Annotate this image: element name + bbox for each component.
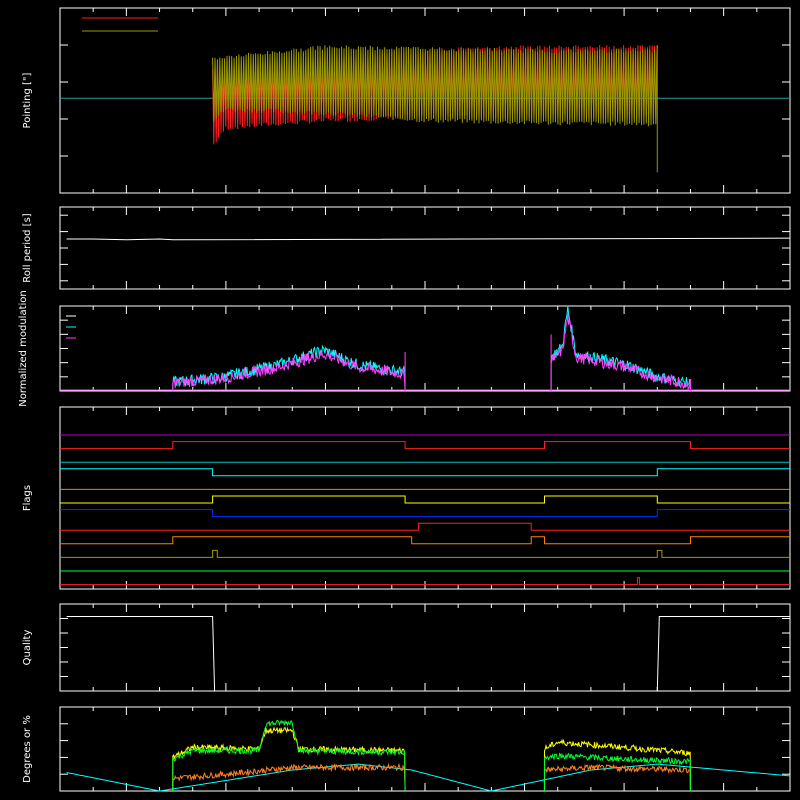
modulation-segment-0-collimator-9	[172, 350, 406, 392]
pointing-axes-frame	[59, 7, 791, 194]
flag-trace-sc-in-sunlight	[60, 468, 790, 477]
roll-axes-frame	[59, 206, 791, 290]
ratios-axes-frame	[59, 706, 791, 792]
modulation-y-axis-label: Normalized modulation	[18, 290, 29, 407]
flags-y-axis-label: Flags	[22, 485, 33, 511]
pointing-y-axis-label: Pointing ["]	[22, 72, 33, 128]
data-layer	[60, 17, 791, 792]
quality-line	[66, 616, 790, 692]
flag-trace-eclipse-flag	[60, 509, 790, 518]
roll-period-line	[66, 237, 791, 241]
flag-trace-flare-flag	[60, 495, 790, 504]
flag-trace-saa-flag	[60, 522, 790, 531]
pointing-series-y	[212, 45, 658, 127]
flag-trace-particle-flag	[60, 536, 790, 545]
text-layer: Pointing ["] Roll period [s] Normalized mo…	[18, 72, 33, 782]
ratio-front-1225-segment-0	[172, 719, 406, 792]
roll-y-axis-label: Roll period [s]	[22, 213, 33, 282]
modulation-axes-frame	[59, 305, 791, 392]
flag-trace-sap-flag	[60, 441, 790, 450]
ratio-max-det-segment-0	[172, 763, 406, 792]
ratio-front-ratio-segment-0	[172, 726, 406, 792]
axes-layer	[59, 7, 791, 792]
flag-trace-aaz-flag	[60, 549, 790, 558]
quality-axes-frame	[59, 603, 791, 692]
ratio-max-det-segment-1	[543, 763, 691, 792]
ratios-y-axis-label: Degrees or %	[22, 715, 33, 783]
rhessi-quicklook-figure: Pointing ["] Roll period [s] Normalized mo…	[18, 7, 791, 792]
flags-axes-frame	[59, 406, 791, 590]
quality-y-axis-label: Quality	[22, 630, 33, 666]
